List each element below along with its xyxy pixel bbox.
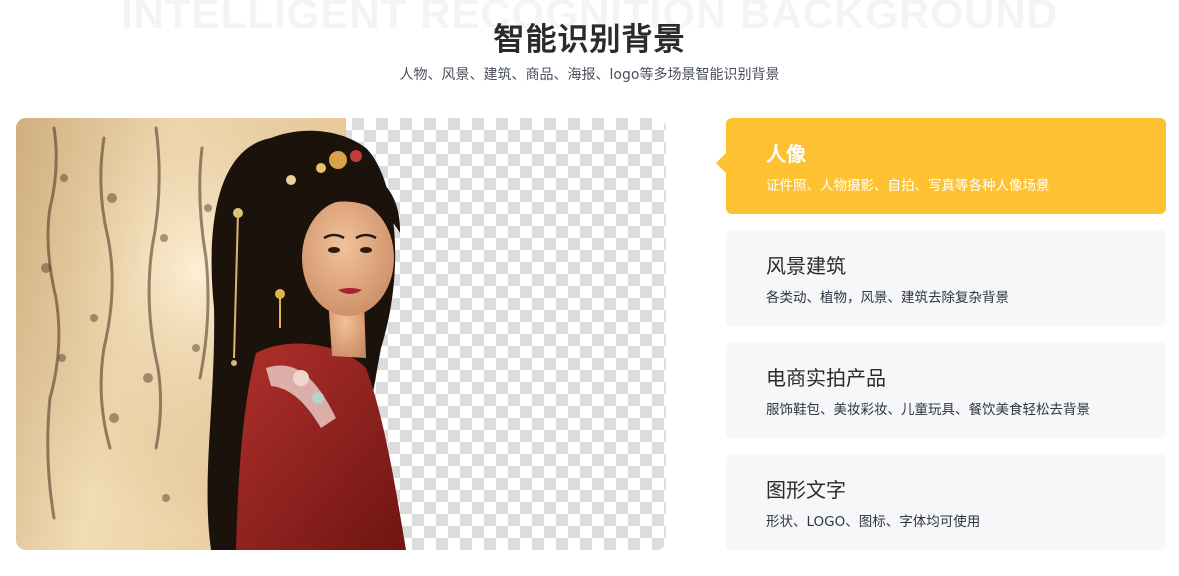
background-removal-demo-image: [16, 118, 666, 550]
card-description: 服饰鞋包、美妆彩妆、儿童玩具、餐饮美食轻松去背景: [766, 402, 1090, 418]
card-graphics-text[interactable]: 图形文字 形状、LOGO、图标、字体均可使用: [726, 454, 1166, 550]
card-description: 形状、LOGO、图标、字体均可使用: [766, 514, 981, 530]
card-title: 电商实拍产品: [766, 366, 886, 390]
card-title: 风景建筑: [766, 254, 846, 278]
card-title: 图形文字: [766, 478, 846, 502]
section-subtitle: 人物、风景、建筑、商品、海报、logo等多场景智能识别背景: [399, 67, 780, 83]
section-title: 智能识别背景: [493, 22, 686, 58]
card-ecommerce-products[interactable]: 电商实拍产品 服饰鞋包、美妆彩妆、儿童玩具、餐饮美食轻松去背景: [726, 342, 1166, 438]
card-description: 证件照、人物摄影、自拍、写真等各种人像场景: [766, 178, 1050, 194]
scene-card-list: 人像 证件照、人物摄影、自拍、写真等各种人像场景 风景建筑 各类动、植物，风景、…: [716, 118, 1166, 566]
card-portrait[interactable]: 人像 证件照、人物摄影、自拍、写真等各种人像场景: [716, 118, 1166, 214]
card-scenery-architecture[interactable]: 风景建筑 各类动、植物，风景、建筑去除复杂背景: [726, 230, 1166, 326]
card-title: 人像: [766, 142, 806, 166]
card-description: 各类动、植物，风景、建筑去除复杂背景: [766, 290, 1009, 306]
